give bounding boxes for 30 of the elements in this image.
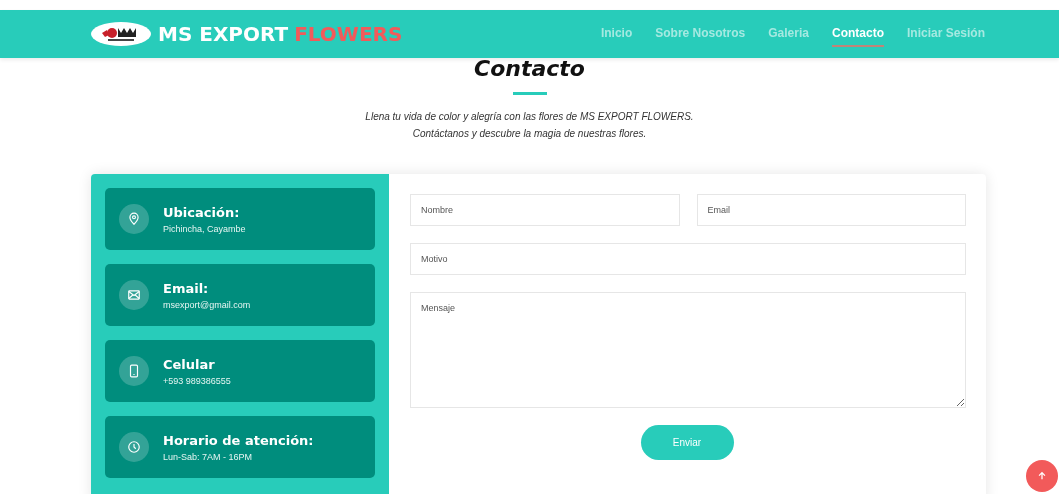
scroll-top-button[interactable]	[1026, 460, 1058, 492]
section-title: Contacto	[474, 58, 585, 80]
message-field[interactable]: Mensaje	[410, 292, 966, 408]
location-pin-icon	[127, 212, 141, 226]
nav-link[interactable]: Galeria	[768, 21, 809, 47]
name-field[interactable]: Nombre	[410, 194, 680, 226]
info-title: Celular	[163, 356, 216, 372]
send-button[interactable]: Enviar	[640, 425, 734, 460]
brand-name: MS EXPORT	[158, 22, 289, 46]
subject-field[interactable]: Motivo	[410, 243, 966, 275]
nav-link[interactable]: Contacto	[831, 21, 884, 47]
brand-name-accent: FLOWERS	[294, 22, 403, 46]
logo-icon	[90, 21, 152, 47]
nav-link[interactable]: Sobre Nosotros	[655, 21, 746, 47]
info-text: Pichincha, Cayambe	[163, 223, 246, 234]
email-field[interactable]: Email	[696, 194, 966, 226]
section-subtitle: Llena tu vida de color y alegría con las flores de MS EXPORT FLOWERS.	[365, 110, 694, 124]
phone-icon	[127, 364, 141, 378]
section-subtitle: Contáctanos y descubre la magia de nuestras flores.	[412, 127, 647, 141]
nav-link[interactable]: Inicio	[600, 21, 633, 47]
clock-icon	[127, 440, 141, 454]
info-text: Lun-Sab: 7AM - 16PM	[163, 451, 254, 462]
info-title: Ubicación:	[163, 204, 241, 220]
info-text: +593 989386555	[163, 375, 231, 386]
info-text: msexport@gmail.com	[163, 299, 251, 310]
nav-link[interactable]: Iniciar Sesión	[906, 21, 985, 47]
info-title: Horario de atención:	[163, 432, 314, 448]
envelope-icon	[127, 288, 141, 302]
info-title: Email:	[163, 280, 210, 296]
arrow-up-icon	[1037, 471, 1047, 481]
